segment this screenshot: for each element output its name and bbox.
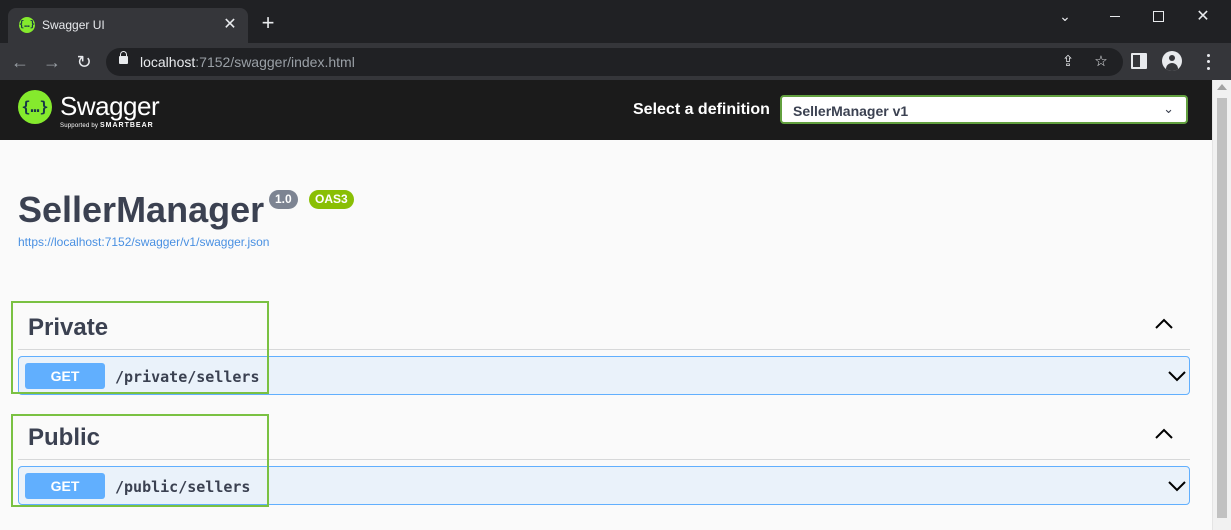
back-arrow-icon[interactable]: ← [9,51,31,73]
tab-close-icon[interactable]: ✕ [220,15,240,35]
share-icon[interactable]: ⇪ [1058,52,1078,72]
definition-select[interactable]: SellerManager v1 ⌄ [780,95,1188,124]
operation-get-public-sellers[interactable]: GET /public/sellers [18,466,1190,505]
chevron-up-icon[interactable] [1154,314,1174,334]
tag-name: Private [28,314,109,341]
lock-icon[interactable] [119,51,128,64]
url-text[interactable]: localhost:7152/swagger/index.html [140,54,355,70]
operation-path[interactable]: /private/sellers [115,368,260,386]
url-host: localhost [140,54,196,70]
chevron-down-icon[interactable] [1167,366,1187,386]
forward-arrow-icon[interactable]: → [41,51,63,73]
page-scrollbar[interactable] [1212,80,1231,530]
page-viewport: {…} Swagger Supported by SMARTBEAR Selec… [0,80,1212,530]
reload-icon[interactable]: ↻ [73,51,95,73]
chevron-down-icon: ⌄ [1163,101,1174,116]
menu-icon[interactable] [1200,52,1216,72]
scroll-up-icon[interactable] [1217,84,1227,90]
swagger-favicon-icon: {…} [19,17,35,33]
definition-label: Select a definition [633,101,770,118]
definition-select-value: SellerManager v1 [793,103,909,119]
oas-badge: OAS3 [309,190,354,209]
swagger-logo-text[interactable]: Swagger [60,92,160,120]
logo-supported-by: Supported by SMARTBEAR [60,122,154,129]
method-badge[interactable]: GET [25,473,105,499]
address-bar[interactable]: localhost:7152/swagger/index.html ⇪ ☆ [106,48,1123,76]
swagger-logo-icon[interactable]: {…} [18,90,52,124]
url-path: :7152/swagger/index.html [195,54,355,70]
logo-sub-prefix: Supported by [60,123,100,129]
tab-title: Swagger UI [42,18,105,32]
window-minimize-button[interactable] [1100,6,1130,26]
logo-sub-brand: SMARTBEAR [99,122,154,129]
method-badge[interactable]: GET [25,363,105,389]
api-title: SellerManager [18,189,265,230]
tag-name: Public [28,424,101,451]
chevron-down-icon[interactable] [1167,476,1187,496]
profile-icon[interactable] [1162,51,1182,71]
browser-tab-strip: {…} Swagger UI ✕ + ⌄ ✕ [0,0,1231,43]
browser-tab[interactable]: {…} Swagger UI ✕ [8,8,248,43]
version-badge: 1.0 [269,190,298,209]
tab-search-chevron-icon[interactable]: ⌄ [1050,6,1080,26]
browser-toolbar: ← → ↻ localhost:7152/swagger/index.html … [0,43,1231,80]
chevron-up-icon[interactable] [1154,424,1174,444]
new-tab-button[interactable]: + [256,12,280,34]
swagger-topbar: {…} Swagger Supported by SMARTBEAR Selec… [0,80,1212,140]
star-icon[interactable]: ☆ [1091,52,1111,72]
tag-private-header[interactable]: Private [18,302,1190,350]
operation-get-private-sellers[interactable]: GET /private/sellers [18,356,1190,395]
tag-public-header[interactable]: Public [18,412,1190,460]
side-panel-icon[interactable] [1131,53,1147,69]
window-maximize-button[interactable] [1143,6,1173,26]
window-close-button[interactable]: ✕ [1188,6,1218,26]
operation-path[interactable]: /public/sellers [115,478,250,496]
spec-url-link[interactable]: https://localhost:7152/swagger/v1/swagge… [18,235,269,249]
scrollbar-thumb[interactable] [1217,98,1227,518]
